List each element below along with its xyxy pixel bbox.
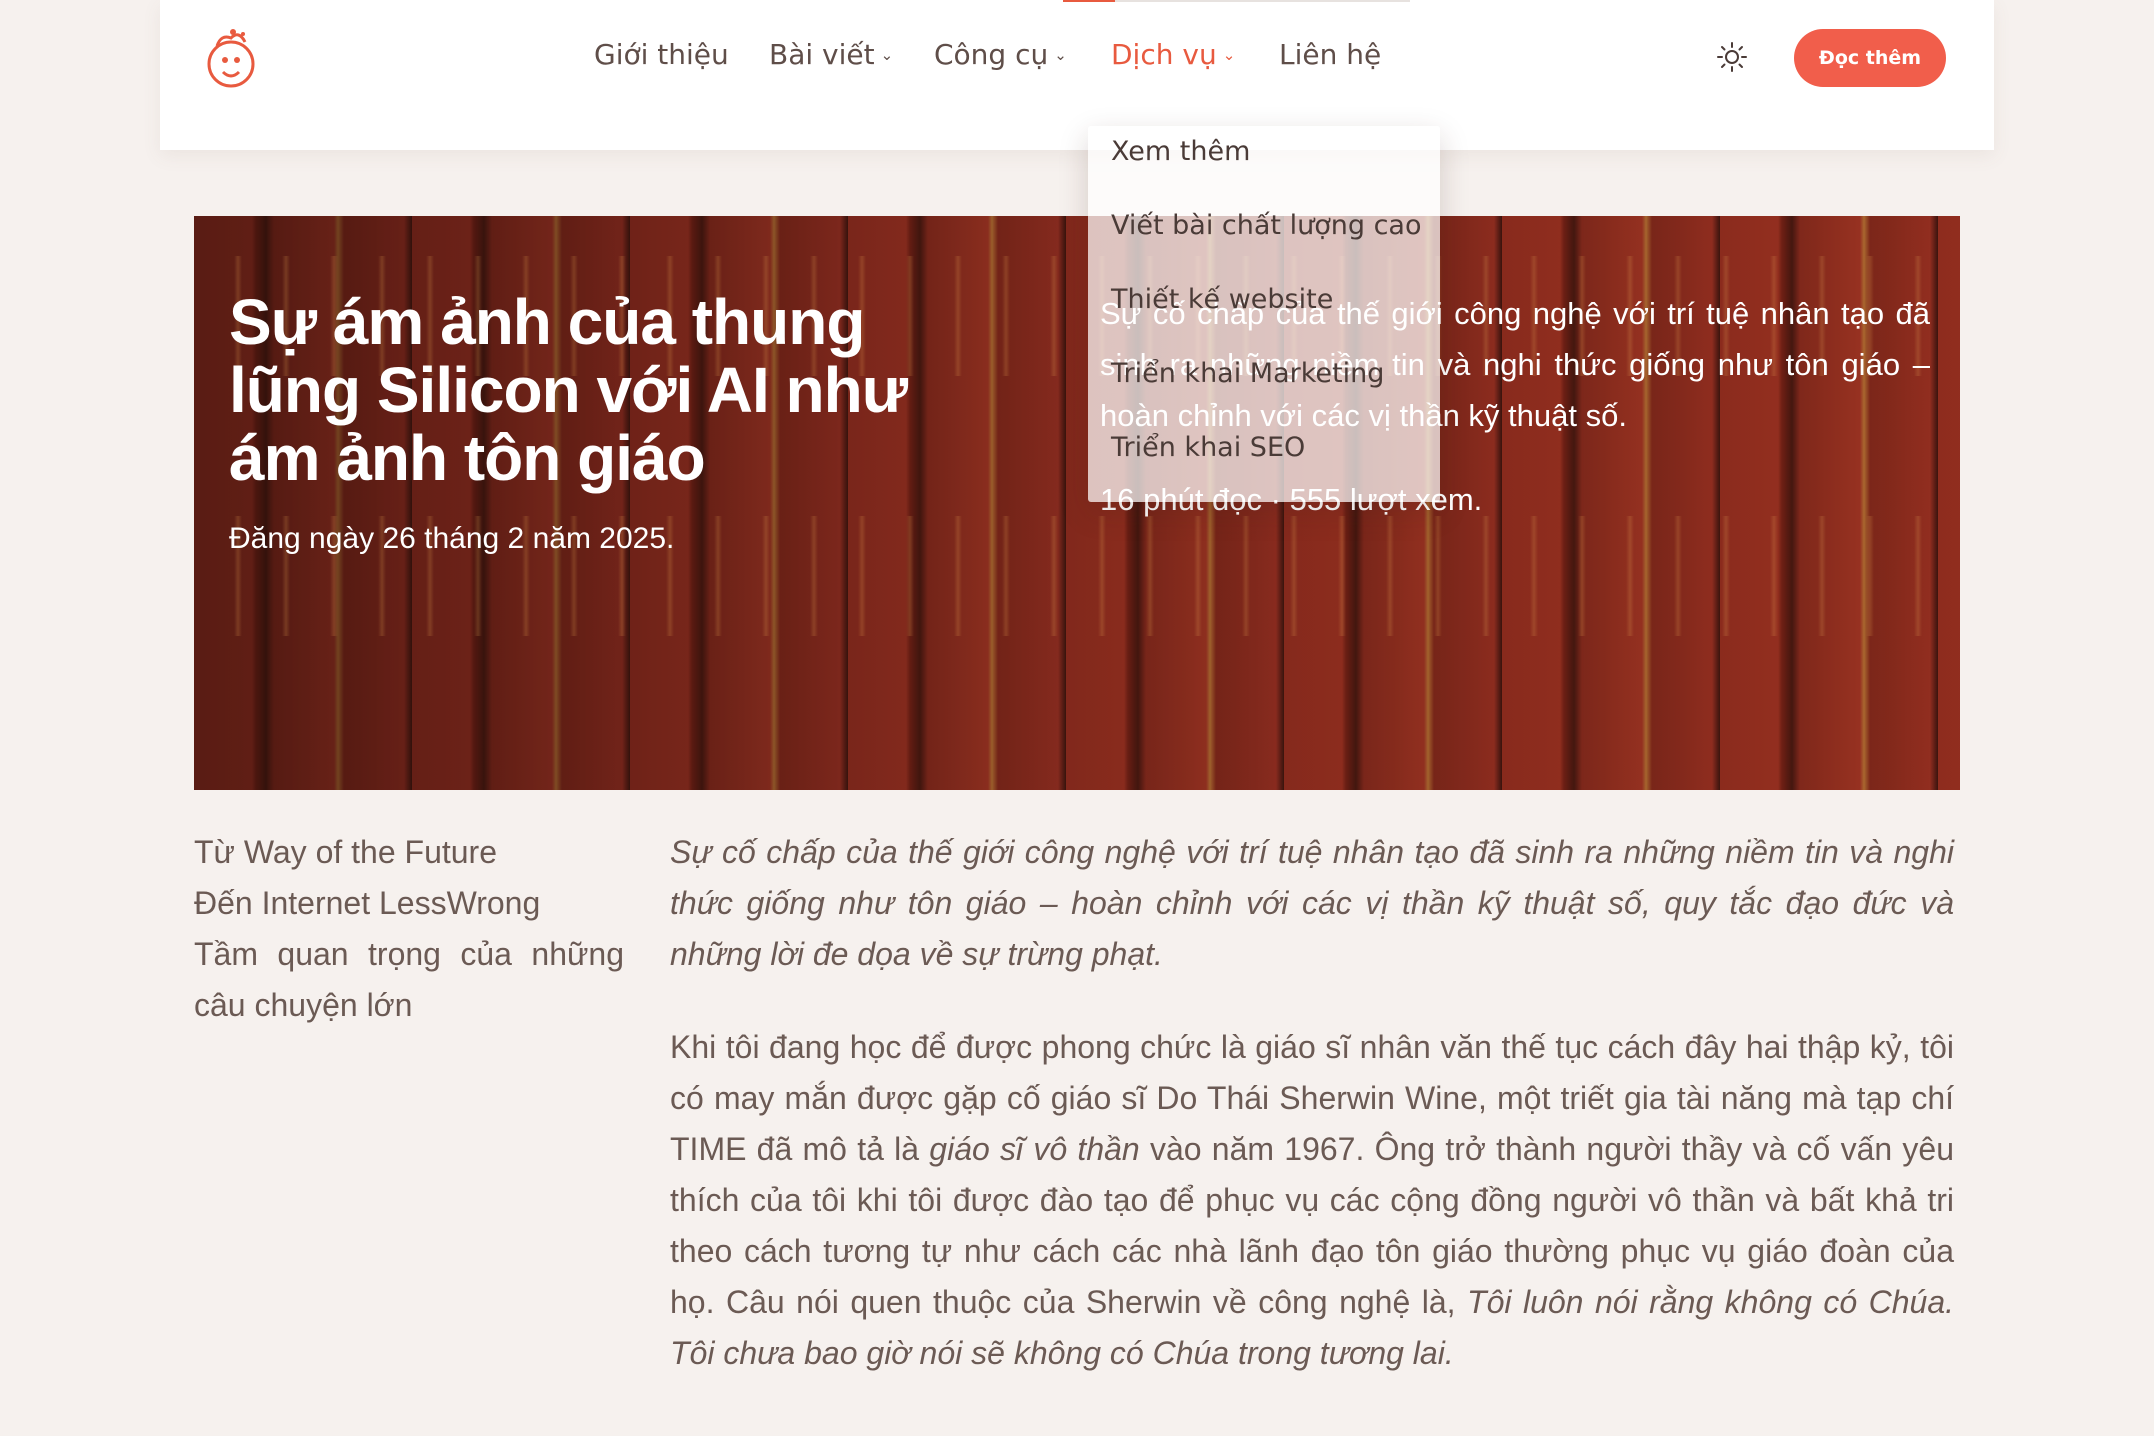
chevron-down-icon: ⌄	[880, 46, 894, 64]
nav-item-dich-vu[interactable]: Dịch vụ ⌄	[1111, 38, 1235, 71]
nav-label: Giới thiệu	[594, 38, 729, 71]
nav-item-lien-he[interactable]: Liên hệ	[1279, 38, 1381, 71]
nav-label: Liên hệ	[1279, 38, 1382, 71]
chevron-down-icon: ⌄	[1054, 46, 1067, 64]
article-lead: Sự cố chấp của thế giới công nghệ với tr…	[670, 834, 1954, 972]
reading-progress-bar	[1063, 0, 1410, 2]
reading-progress-fill	[1063, 0, 1116, 2]
read-more-button[interactable]: Đọc thêm	[1794, 29, 1946, 87]
toc-item[interactable]: Đến Internet LessWrong	[194, 878, 624, 929]
chevron-down-icon: ⌄	[1222, 46, 1236, 64]
nav-item-gioi-thieu[interactable]: Giới thiệu	[594, 38, 729, 71]
article-title: Sự ám ảnh của thung lũng Silicon với AI …	[229, 286, 908, 494]
hero-banner: Sự ám ảnh của thung lũng Silicon với AI …	[194, 216, 1960, 790]
nav-item-cong-cu[interactable]: Công cụ ⌄	[934, 38, 1067, 71]
nav-label: Dịch vụ	[1111, 38, 1217, 71]
dropdown-item-viet-bai[interactable]: Viết bài chất lượng cao	[1111, 210, 1421, 241]
sun-icon[interactable]	[1715, 40, 1749, 74]
toc-item[interactable]: Từ Way of the Future	[194, 827, 624, 878]
toc-item[interactable]: Tầm quan trọng của những câu chuyện lớn	[194, 929, 624, 1031]
nav-item-bai-viet[interactable]: Bài viết ⌄	[769, 38, 893, 71]
dropdown-item-thiet-ke-website[interactable]: Thiết kế website	[1111, 284, 1333, 315]
site-header: Giới thiệu Bài viết ⌄ Công cụ ⌄ Dịch vụ ⌄ L…	[160, 0, 1994, 150]
site-logo[interactable]	[203, 24, 259, 92]
publish-date: Đăng ngày 26 tháng 2 năm 2025.	[229, 522, 675, 555]
article-body: Sự cố chấp của thế giới công nghệ với tr…	[670, 827, 1954, 1379]
article-paragraph: Khi tôi đang học để được phong chức là g…	[670, 1022, 1954, 1379]
dropdown-item-seo[interactable]: Triển khai SEO	[1111, 432, 1305, 463]
services-dropdown-menu: Xem thêm Viết bài chất lượng cao Thiết k…	[1088, 126, 1440, 502]
table-of-contents: Từ Way of the Future Đến Internet LessWr…	[194, 827, 624, 1031]
dropdown-item-marketing[interactable]: Triển khai Marketing	[1111, 358, 1384, 389]
dropdown-item-xem-them[interactable]: Xem thêm	[1111, 136, 1250, 167]
emphasis-text: giáo sĩ vô thần	[929, 1131, 1140, 1167]
nav-label: Công cụ	[934, 38, 1049, 71]
nav-label: Bài viết	[769, 38, 875, 71]
